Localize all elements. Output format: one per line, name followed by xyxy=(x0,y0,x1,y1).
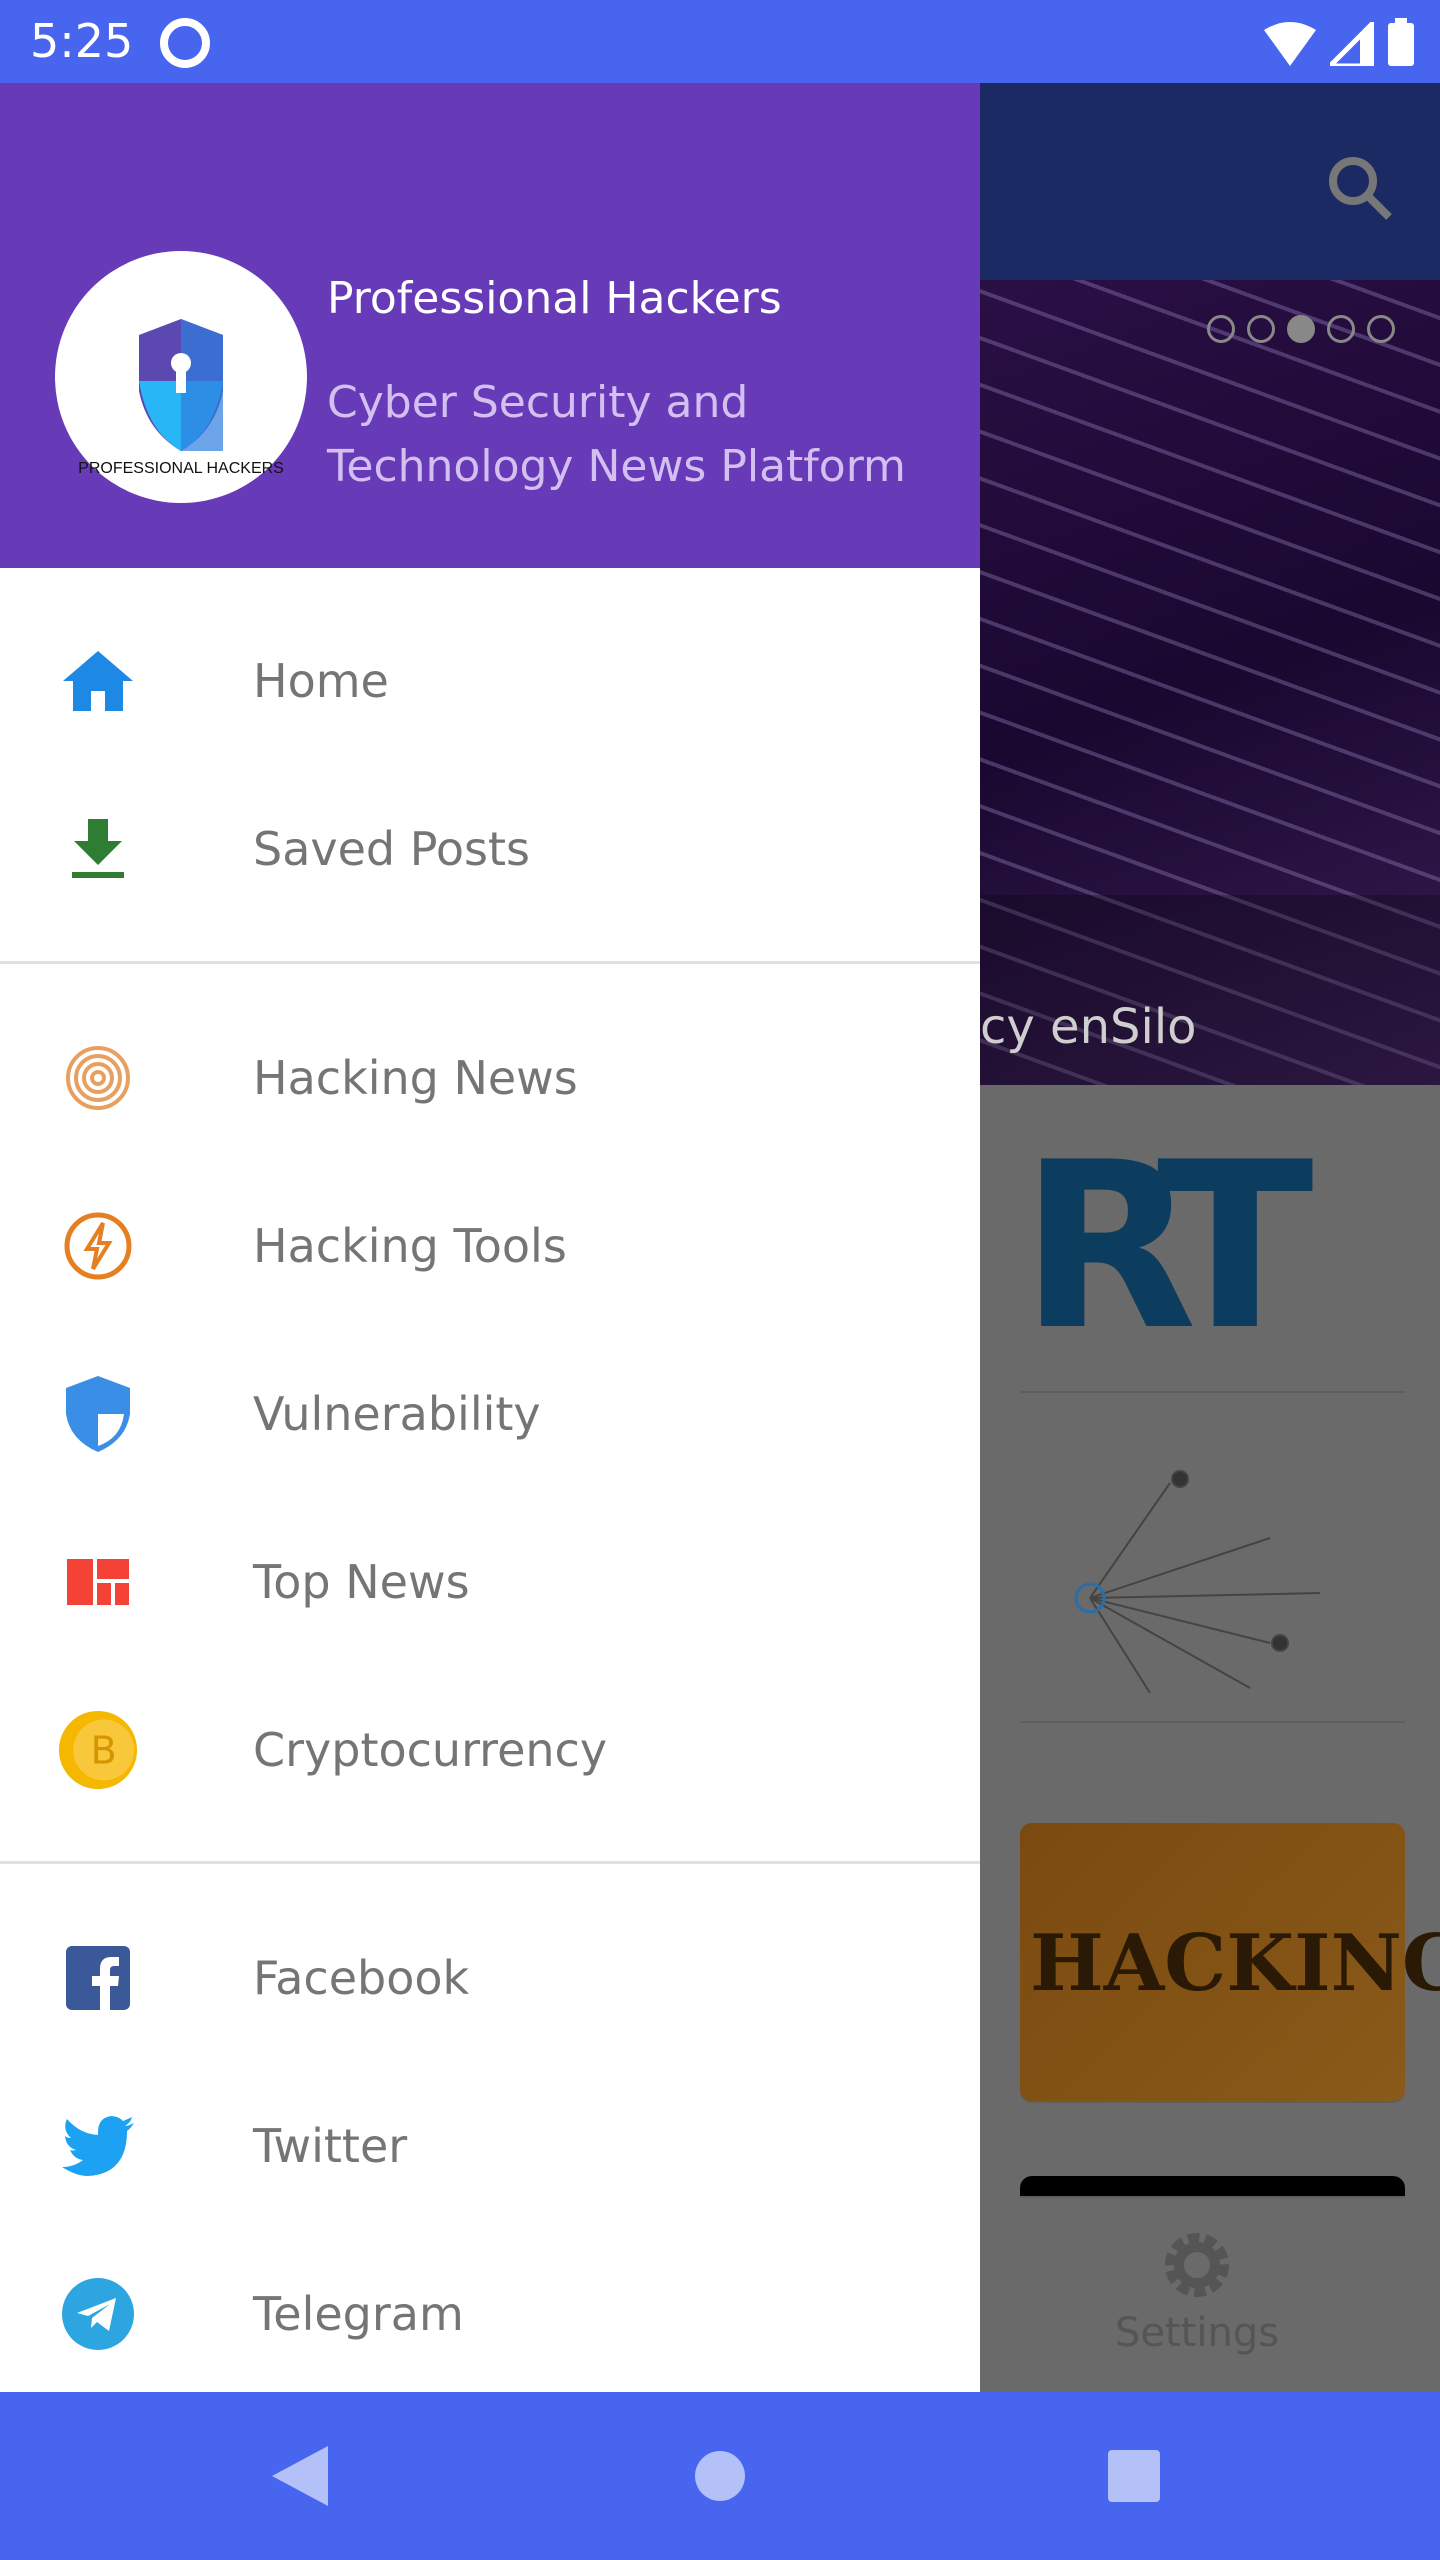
gear-icon xyxy=(1165,2233,1230,2297)
menu-item-saved-posts[interactable]: Saved Posts xyxy=(0,765,980,933)
facebook-icon xyxy=(58,1938,138,2018)
drawer-subtitle: Cyber Security and Technology News Platfo… xyxy=(327,377,906,492)
app-logo: PROFESSIONAL HACKERS xyxy=(55,251,307,503)
system-nav-bar xyxy=(0,2392,1440,2560)
settings-tab[interactable]: Settings xyxy=(1115,2230,1279,2356)
image-slider[interactable]: cy enSilo xyxy=(980,280,1440,1085)
status-bar: 5:25 xyxy=(0,0,1440,83)
menu-item-home[interactable]: Home xyxy=(0,597,980,765)
slider-dots xyxy=(1207,315,1395,343)
menu-item-facebook[interactable]: Facebook xyxy=(0,1894,980,2062)
menu-item-telegram[interactable]: Telegram xyxy=(0,2230,980,2398)
menu-item-twitter[interactable]: Twitter xyxy=(0,2062,980,2230)
news-card[interactable]: HACKING xyxy=(1020,1823,1440,2103)
menu-item-cryptocurrency[interactable]: B Cryptocurrency xyxy=(0,1666,980,1834)
home-button[interactable] xyxy=(694,2450,746,2502)
svg-text:PROFESSIONAL HACKERS: PROFESSIONAL HACKERS xyxy=(78,460,284,477)
dashboard-icon xyxy=(58,1542,138,1622)
wifi-icon xyxy=(1264,22,1316,66)
navigation-drawer: PROFESSIONAL HACKERS Professional Hacker… xyxy=(0,83,980,2392)
menu-item-vulnerability[interactable]: Vulnerability xyxy=(0,1330,980,1498)
download-icon xyxy=(58,809,138,889)
fingerprint-icon xyxy=(58,1038,138,1118)
divider xyxy=(0,961,980,964)
menu-item-top-news[interactable]: Top News xyxy=(0,1498,980,1666)
svg-text:B: B xyxy=(91,1728,117,1772)
menu-item-hacking-tools[interactable]: Hacking Tools xyxy=(0,1162,980,1330)
recents-button[interactable] xyxy=(1108,2450,1160,2502)
battery-icon xyxy=(1388,18,1414,66)
back-button[interactable] xyxy=(272,2446,328,2506)
search-icon[interactable] xyxy=(1325,153,1395,223)
menu-item-hacking-news[interactable]: Hacking News xyxy=(0,994,980,1162)
home-icon xyxy=(58,641,138,721)
divider xyxy=(0,1861,980,1864)
drawer-title: Professional Hackers xyxy=(327,273,782,324)
news-card[interactable] xyxy=(1020,1443,1405,1723)
telegram-icon xyxy=(58,2274,138,2354)
lightning-icon xyxy=(58,1206,138,1286)
status-time: 5:25 xyxy=(30,14,134,68)
news-card[interactable]: RT xyxy=(1020,1123,1405,1393)
settings-label: Settings xyxy=(1115,2310,1280,2356)
notification-icon xyxy=(160,18,210,68)
signal-icon xyxy=(1330,22,1374,66)
bitcoin-icon: B xyxy=(58,1710,138,1790)
twitter-icon xyxy=(58,2106,138,2186)
news-card[interactable] xyxy=(1020,2176,1405,2198)
slider-caption: cy enSilo xyxy=(980,999,1197,1055)
toolbar xyxy=(980,83,1440,280)
drawer-header: PROFESSIONAL HACKERS Professional Hacker… xyxy=(0,83,980,568)
shield-icon xyxy=(58,1374,138,1454)
